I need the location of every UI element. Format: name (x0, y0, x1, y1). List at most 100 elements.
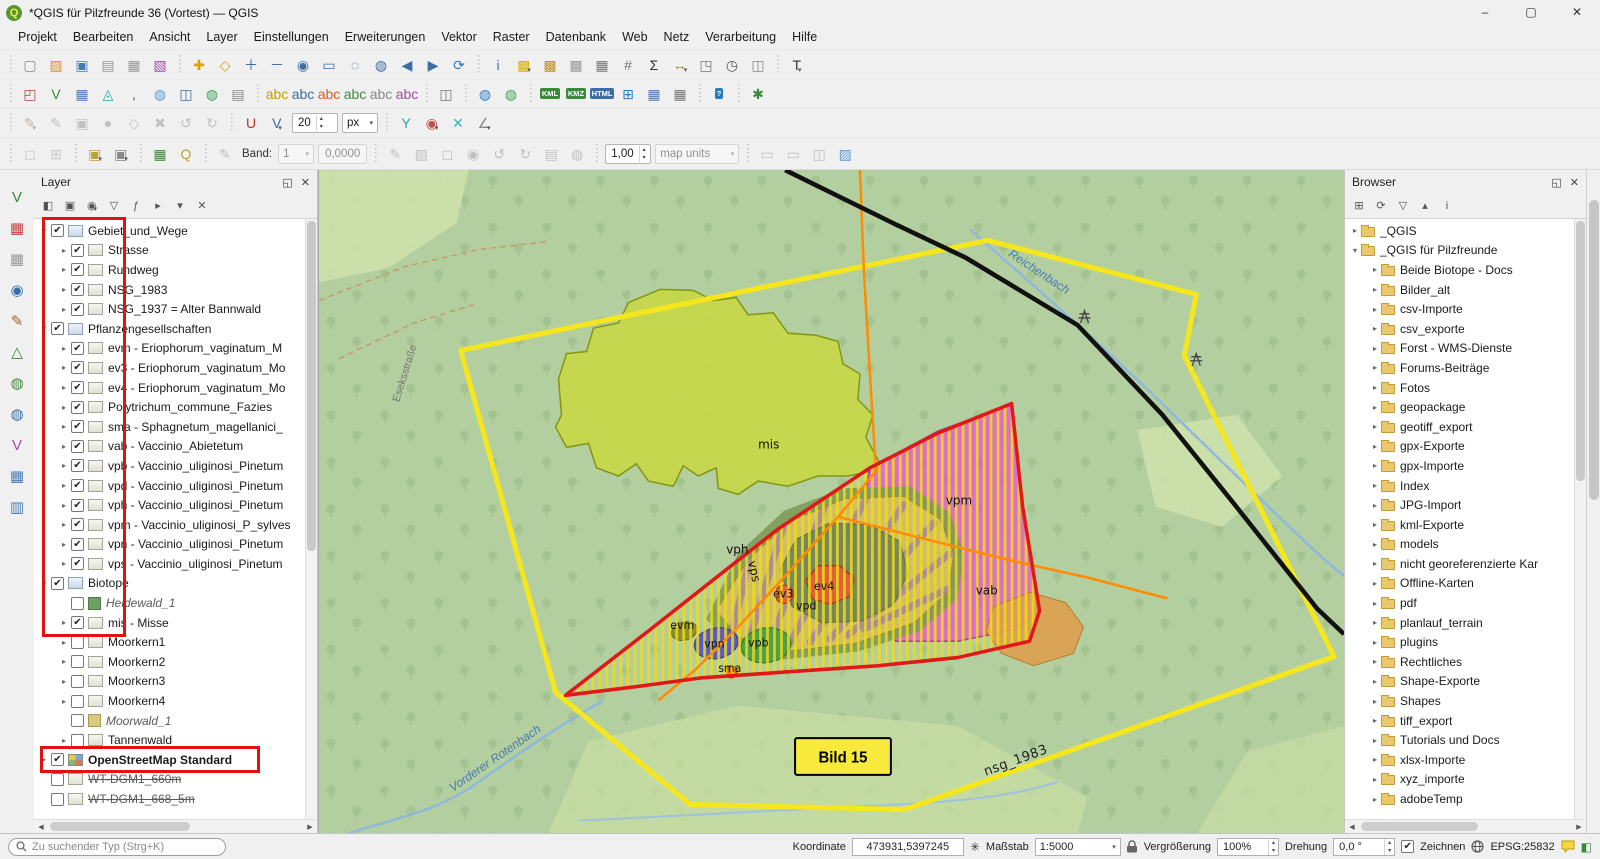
zoom-native-icon[interactable]: ◉ (291, 53, 315, 77)
expander-icon[interactable]: ▸ (58, 461, 70, 470)
style-manager-icon[interactable]: ▧ (148, 53, 172, 77)
menu-web[interactable]: Web (614, 27, 655, 47)
open-layer-styling-panel-icon[interactable]: ◧ (38, 196, 58, 216)
menu-hilfe[interactable]: Hilfe (784, 27, 825, 47)
layer-checkbox[interactable] (51, 793, 64, 806)
scroll-right-icon[interactable]: ▶ (1572, 823, 1586, 831)
vertex-tool-icon[interactable]: ◇ (122, 111, 146, 135)
save-edits-icon[interactable]: ▣ (70, 111, 94, 135)
filter-by-expression-icon[interactable]: ƒ (126, 196, 146, 216)
expander-icon[interactable]: ▸ (1349, 226, 1361, 235)
browser-item-gpx-importe[interactable]: ▸gpx-Importe (1345, 456, 1574, 476)
layer-horizontal-scrollbar[interactable]: ◀ ▶ (34, 819, 317, 833)
label-pin-icon[interactable]: abc (291, 82, 315, 106)
layer-item-evm-eriophorum-vaginatum-m[interactable]: ▸✔evm - Eriophorum_vaginatum_M (34, 339, 305, 359)
expand-all-icon[interactable]: ▸ (148, 196, 168, 216)
add-feature-icon[interactable]: ● (96, 111, 120, 135)
layer-item-vpm-vaccinio-uliginosi-p-sylves[interactable]: ▸✔vpm - Vaccinio_uliginosi_P_sylves (34, 515, 305, 535)
project-open-icon[interactable]: ▨ (44, 53, 68, 77)
layer-item-tannenwald[interactable]: ▸Tannenwald (34, 730, 305, 750)
layer-checkbox[interactable] (71, 597, 84, 610)
deselect-features-icon[interactable]: ▩ (564, 53, 588, 77)
raster-pick-icon[interactable]: ◉ (461, 142, 485, 166)
browser-item-models[interactable]: ▸models (1345, 535, 1574, 555)
label-change-icon[interactable]: abc (395, 82, 419, 106)
metasearch-icon[interactable]: ◍ (473, 82, 497, 106)
expander-icon[interactable]: ▸ (58, 736, 70, 745)
expander-icon[interactable]: ▸ (58, 501, 70, 510)
scroll-right-icon[interactable]: ▶ (303, 823, 317, 831)
add-xyz-layer-icon[interactable]: ▤ (226, 82, 250, 106)
expander-icon[interactable]: ▸ (1369, 383, 1381, 392)
layer-item-nsg-1983[interactable]: ▸✔NSG_1983 (34, 280, 305, 300)
zoom-to-selection-icon[interactable]: ◌ (343, 53, 367, 77)
plugin-tool-icon[interactable]: ✱ (746, 82, 770, 106)
layer-checkbox[interactable]: ✔ (71, 420, 84, 433)
expander-icon[interactable]: ▸ (58, 344, 70, 353)
raster-redo-icon[interactable]: ↻ (513, 142, 537, 166)
layer-checkbox[interactable] (71, 655, 84, 668)
label-move-icon[interactable]: abc (343, 82, 367, 106)
layer-item-vab-vaccinio-abietetum[interactable]: ▸✔vab - Vaccinio_Abietetum (34, 437, 305, 457)
layer-checkbox[interactable] (71, 675, 84, 688)
expander-icon[interactable]: ▸ (1369, 618, 1381, 627)
browser-item-plugins[interactable]: ▸plugins (1345, 632, 1574, 652)
add-group-icon[interactable]: ▣ (60, 196, 80, 216)
blue-round-tool-icon[interactable]: ◉ (4, 277, 30, 303)
text-annotation-icon[interactable]: T▾ (785, 53, 809, 77)
temporal-controller-icon[interactable]: ◷ (720, 53, 744, 77)
close-panel-icon[interactable]: ✕ (301, 176, 310, 189)
raster-edit-pencil-icon[interactable]: ✎ (213, 142, 237, 166)
snap-tolerance[interactable]: 20▴▾ (292, 113, 338, 133)
band-value[interactable]: 0,0000 (318, 144, 367, 164)
browser-horizontal-scrollbar[interactable]: ◀ ▶ (1345, 819, 1586, 833)
zoom-last-icon[interactable]: ◀ (395, 53, 419, 77)
band-select[interactable]: 1▾ (278, 144, 314, 164)
browser-item-nicht-georeferenzierte-kar[interactable]: ▸nicht georeferenzierte Kar (1345, 554, 1574, 574)
raster-erase-icon[interactable]: ◻ (435, 142, 459, 166)
layer-checkbox[interactable] (71, 714, 84, 727)
scroll-thumb[interactable] (1361, 822, 1478, 831)
open-data-source-manager-icon[interactable]: ◰ (18, 82, 42, 106)
profile-tool-2-icon[interactable]: ▭ (781, 142, 805, 166)
browser-properties-icon[interactable]: i (1437, 196, 1457, 216)
expander-icon[interactable]: ▸ (58, 265, 70, 274)
layer-item-moorkern3[interactable]: ▸Moorkern3 (34, 672, 305, 692)
expander-icon[interactable]: ▸ (1369, 697, 1381, 706)
menu-datenbank[interactable]: Datenbank (538, 27, 614, 47)
layer-checkbox[interactable]: ✔ (71, 538, 84, 551)
expander-icon[interactable]: ▸ (1369, 324, 1381, 333)
layer-item-vph-vaccinio-uliginosi-pinetum[interactable]: ▸✔vph - Vaccinio_uliginosi_Pinetum (34, 495, 305, 515)
messages-icon[interactable] (1561, 840, 1575, 853)
expander-icon[interactable]: ▸ (1369, 599, 1381, 608)
layer-item-moorkern4[interactable]: ▸Moorkern4 (34, 691, 305, 711)
expander-icon[interactable]: ▾ (38, 324, 50, 333)
expander-icon[interactable]: ▸ (58, 363, 70, 372)
expander-icon[interactable]: ▸ (58, 540, 70, 549)
line-width[interactable]: 1,00▴▾ (605, 144, 651, 164)
browser-item-geopackage[interactable]: ▸geopackage (1345, 397, 1574, 417)
expander-icon[interactable]: ▸ (58, 559, 70, 568)
layer-item-vps-vaccinio-uliginosi-pinetum[interactable]: ▸✔vps - Vaccinio_uliginosi_Pinetum (34, 554, 305, 574)
scroll-thumb[interactable] (50, 822, 190, 831)
expander-icon[interactable]: ▾ (38, 226, 50, 235)
undock-panel-icon[interactable]: ◱ (1551, 176, 1561, 189)
expander-icon[interactable]: ▸ (58, 403, 70, 412)
field-calculator-icon[interactable]: # (616, 53, 640, 77)
browser-item-forums-beitr-ge[interactable]: ▸Forums-Beiträge (1345, 358, 1574, 378)
remove-layer-icon[interactable]: ✕ (192, 196, 212, 216)
advanced-digitizing-icon[interactable]: ∠▾ (472, 111, 496, 135)
pencil-tool-icon[interactable]: ✎ (4, 308, 30, 334)
snap-units[interactable]: px▾ (342, 113, 378, 133)
map-tips-icon[interactable]: ◳ (694, 53, 718, 77)
add-postgis-layer-icon[interactable]: ◫ (174, 82, 198, 106)
layer-item-vpd-vaccinio-uliginosi-pinetum[interactable]: ▸✔vpd - Vaccinio_uliginosi_Pinetum (34, 476, 305, 496)
extent-marker-icon[interactable]: ✳ (970, 840, 980, 854)
project-save-icon[interactable]: ▣ (70, 53, 94, 77)
gray-grid-icon[interactable]: ▦ (4, 246, 30, 272)
expander-icon[interactable]: ▸ (58, 657, 70, 666)
expander-icon[interactable]: ▸ (1369, 305, 1381, 314)
identify-features-icon[interactable]: i (486, 53, 510, 77)
layer-checkbox[interactable]: ✔ (51, 322, 64, 335)
menu-verarbeitung[interactable]: Verarbeitung (697, 27, 784, 47)
